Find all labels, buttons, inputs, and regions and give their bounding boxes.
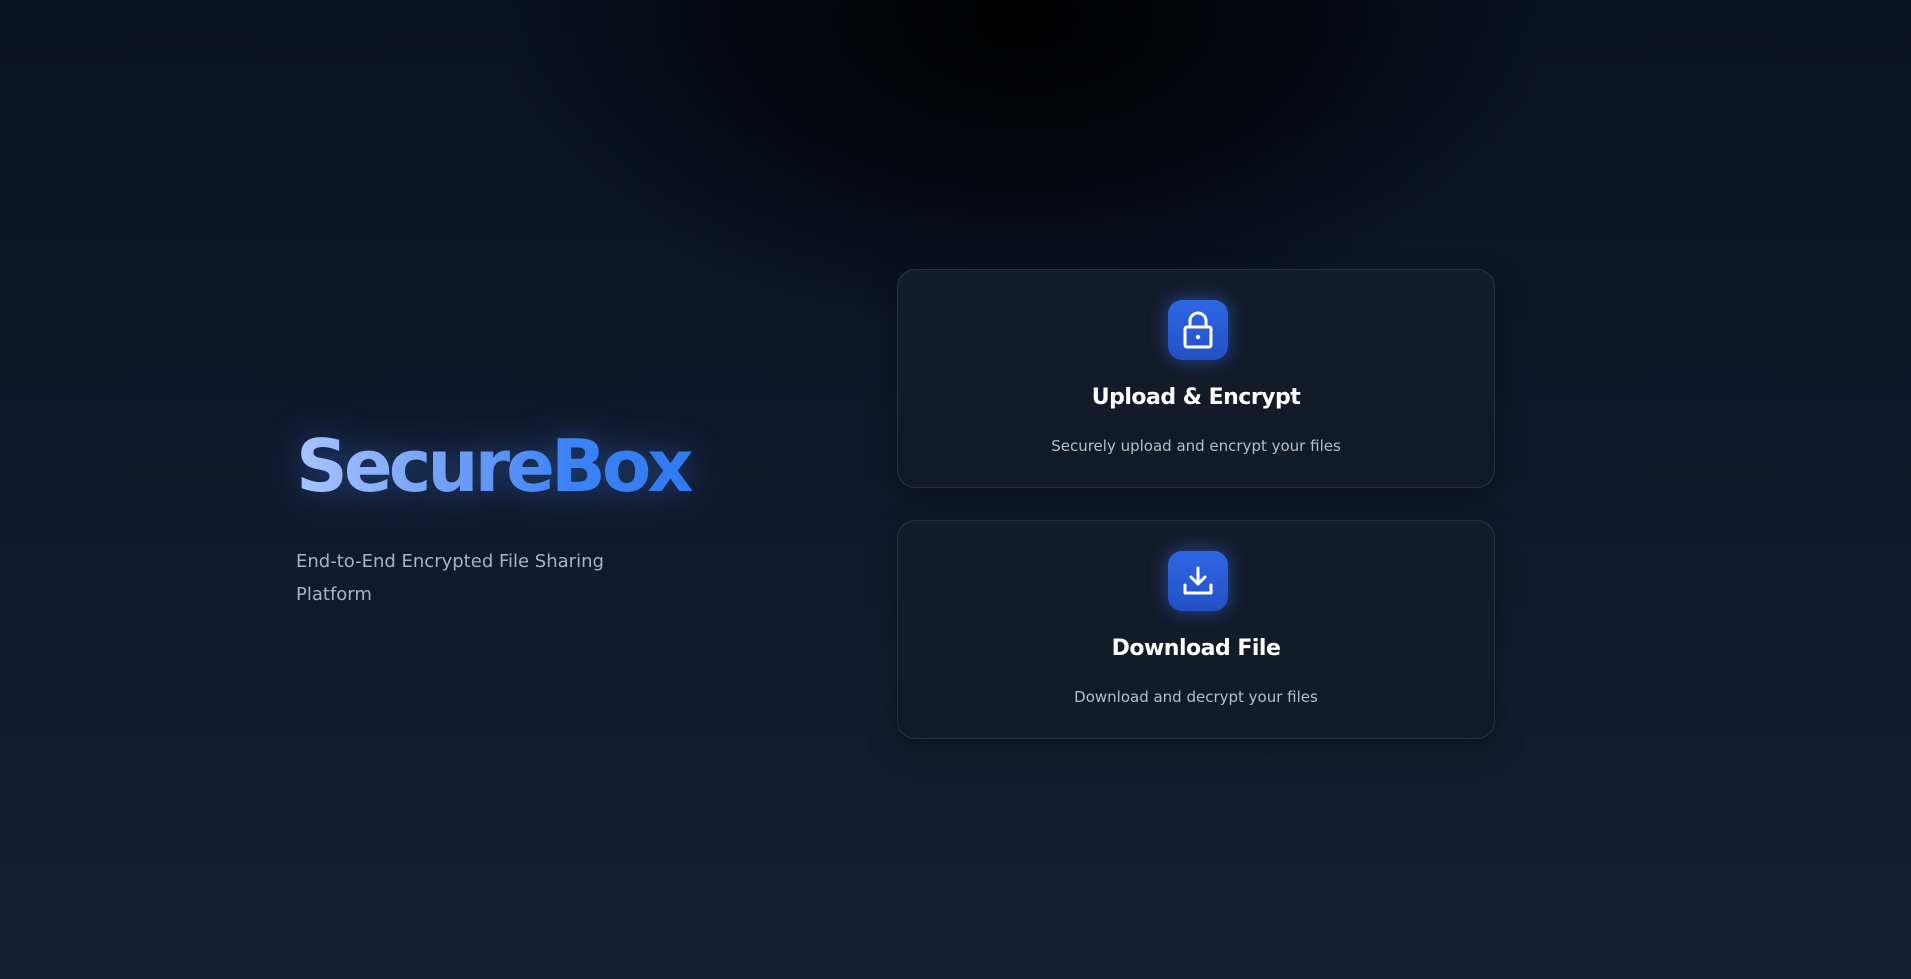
lock-icon bbox=[1168, 300, 1228, 360]
upload-encrypt-card[interactable]: Upload & Encrypt Securely upload and enc… bbox=[897, 269, 1495, 488]
download-file-card[interactable]: Download File Download and decrypt your … bbox=[897, 520, 1495, 739]
hero-section: SecureBox End-to-End Encrypted File Shar… bbox=[296, 425, 696, 611]
brand-tagline: End-to-End Encrypted File Sharing Platfo… bbox=[296, 551, 604, 605]
download-file-title: Download File bbox=[1111, 636, 1281, 661]
upload-encrypt-title: Upload & Encrypt bbox=[1091, 385, 1301, 410]
brand-logo: SecureBox bbox=[296, 425, 696, 507]
download-icon bbox=[1168, 551, 1228, 611]
download-file-description: Download and decrypt your files bbox=[1074, 688, 1318, 706]
upload-encrypt-description: Securely upload and encrypt your files bbox=[1051, 437, 1341, 455]
